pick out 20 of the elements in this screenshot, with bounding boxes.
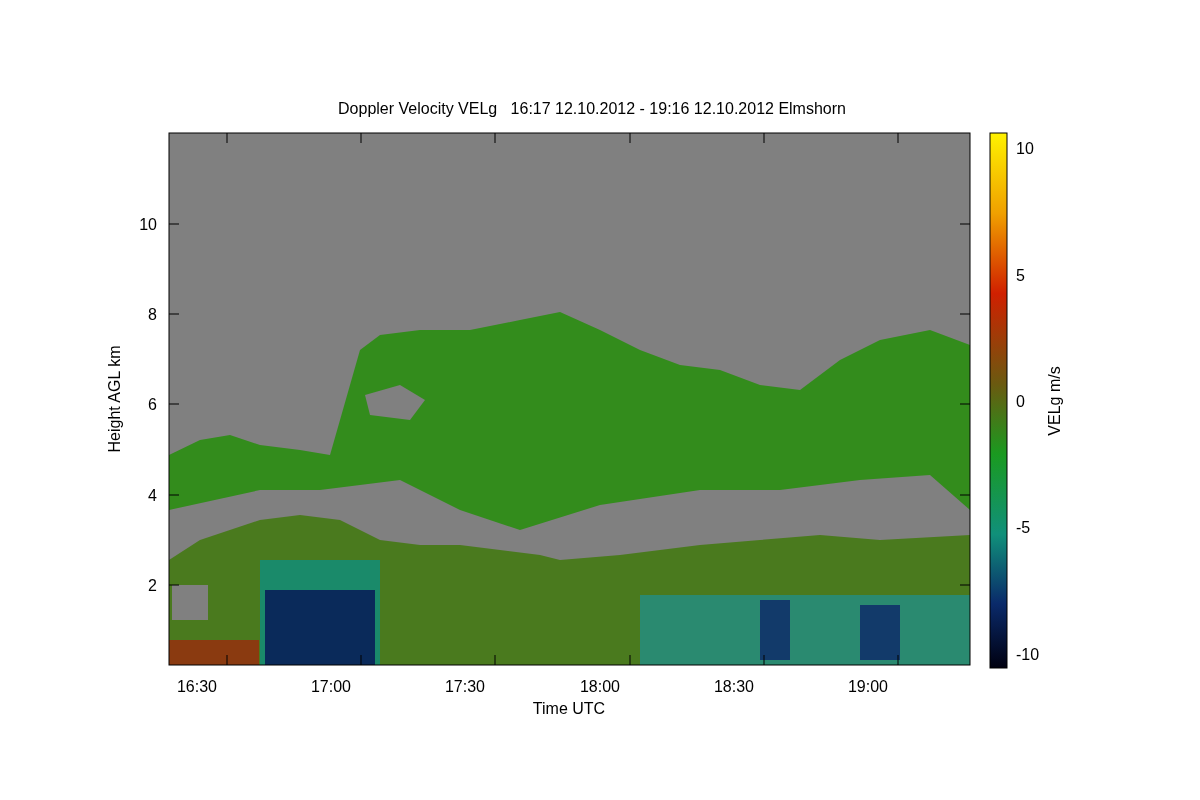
y-tick-label: 4 — [148, 487, 157, 504]
chart-title: Doppler Velocity VELg 16:17 12.10.2012 - 19:16 12.10.2012 Elmshorn — [338, 100, 846, 117]
x-tick-label: 17:00 — [311, 678, 351, 695]
x-tick-label: 19:00 — [848, 678, 888, 695]
y-tick-label: 6 — [148, 396, 157, 413]
colorbar-tick-label: 5 — [1016, 267, 1025, 284]
colorbar-tick-label: -10 — [1016, 646, 1040, 663]
y-tick-label: 2 — [148, 577, 157, 594]
x-tick-label: 18:00 — [580, 678, 620, 695]
x-tick-label: 17:30 — [445, 678, 485, 695]
y-tick-label: 8 — [148, 306, 157, 323]
colorbar-tick-label: -5 — [1016, 519, 1031, 536]
colorbar-tick-label: 10 — [1016, 140, 1034, 157]
x-tick-label: 16:30 — [177, 678, 217, 695]
colorbar-tick-label: 0 — [1016, 393, 1025, 410]
x-tick-label: 18:30 — [714, 678, 754, 695]
colorbar-label: VELg m/s — [1046, 366, 1063, 436]
y-axis-label: Height AGL km — [106, 345, 123, 453]
y-tick-label: 10 — [139, 216, 157, 233]
x-axis-label: Time UTC — [532, 700, 606, 717]
